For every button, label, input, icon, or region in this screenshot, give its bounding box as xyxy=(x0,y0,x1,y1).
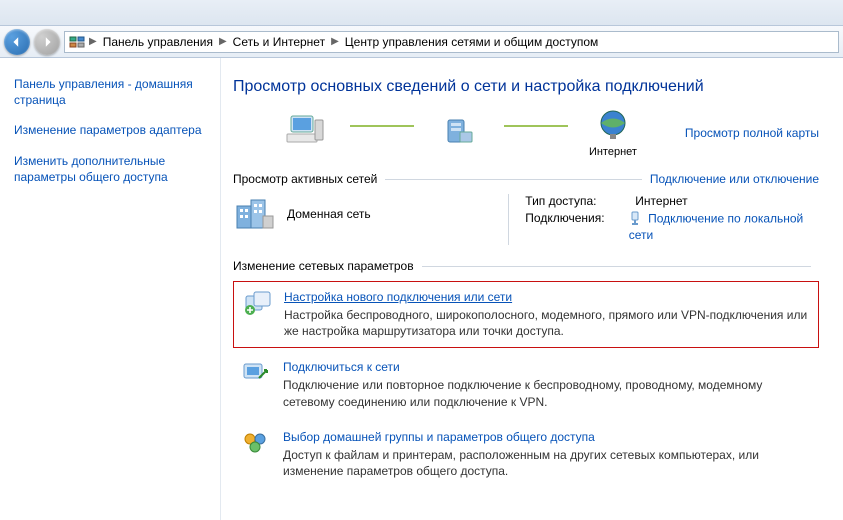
network-properties: Тип доступа: Интернет Подключения: Подкл… xyxy=(508,194,819,245)
homegroup-icon xyxy=(241,430,271,479)
task-new-connection: Настройка нового подключения или сети На… xyxy=(233,281,819,348)
page-title: Просмотр основных сведений о сети и наст… xyxy=(233,78,819,96)
new-connection-icon xyxy=(242,290,272,339)
lan-connection-link[interactable]: Подключение по локальной сети xyxy=(629,212,804,242)
network-type-label: Доменная сеть xyxy=(287,207,371,221)
domain-network-icon xyxy=(233,194,277,234)
window-titlebar xyxy=(0,0,843,26)
sidebar-link-home[interactable]: Панель управления - домашняя страница xyxy=(14,76,206,108)
map-connector-icon xyxy=(350,125,414,127)
access-type-value: Интернет xyxy=(635,194,687,208)
task-new-connection-desc: Настройка беспроводного, широкополосного… xyxy=(284,307,810,339)
map-connector-icon xyxy=(504,125,568,127)
access-type-key: Тип доступа: xyxy=(525,194,635,208)
crumb-control-panel[interactable]: Панель управления xyxy=(101,35,215,49)
task-connect-network-desc: Подключение или повторное подключение к … xyxy=(283,377,811,409)
task-homegroup: Выбор домашней группы и параметров общег… xyxy=(233,422,819,487)
sidebar: Панель управления - домашняя страница Из… xyxy=(0,58,220,520)
network-map: Интернет Просмотр полной карты xyxy=(233,108,819,158)
connections-key: Подключения: xyxy=(525,211,628,242)
chevron-right-icon: ▶ xyxy=(329,36,341,47)
lan-connection-icon xyxy=(629,211,641,228)
map-node-internet-label: Интернет xyxy=(589,146,637,158)
network-params-title: Изменение сетевых параметров xyxy=(233,259,414,273)
active-networks-title: Просмотр активных сетей xyxy=(233,172,377,186)
breadcrumb[interactable]: ▶ Панель управления ▶ Сеть и Интернет ▶ … xyxy=(64,31,839,53)
task-new-connection-link[interactable]: Настройка нового подключения или сети xyxy=(284,290,810,304)
sidebar-link-sharing-settings[interactable]: Изменить дополнительные параметры общего… xyxy=(14,153,206,185)
crumb-network-center[interactable]: Центр управления сетями и общим доступом xyxy=(343,35,601,49)
back-button[interactable] xyxy=(4,29,30,55)
sidebar-link-adapter-settings[interactable]: Изменение параметров адаптера xyxy=(14,122,206,138)
task-homegroup-desc: Доступ к файлам и принтерам, расположенн… xyxy=(283,447,811,479)
task-connect-network-link[interactable]: Подключиться к сети xyxy=(283,360,811,374)
chevron-right-icon: ▶ xyxy=(87,36,99,47)
task-homegroup-link[interactable]: Выбор домашней группы и параметров общег… xyxy=(283,430,811,444)
active-networks-header: Просмотр активных сетей Подключение или … xyxy=(233,172,819,186)
active-network-row: Доменная сеть Тип доступа: Интернет Подк… xyxy=(233,194,819,245)
forward-button[interactable] xyxy=(34,29,60,55)
chevron-right-icon: ▶ xyxy=(217,36,229,47)
control-panel-icon xyxy=(69,34,85,50)
network-params-header: Изменение сетевых параметров xyxy=(233,259,819,273)
network-device-icon xyxy=(442,114,476,148)
internet-icon xyxy=(596,108,630,142)
connect-network-icon xyxy=(241,360,271,409)
task-connect-network: Подключиться к сети Подключение или повт… xyxy=(233,352,819,417)
crumb-network-internet[interactable]: Сеть и Интернет xyxy=(231,35,327,49)
view-full-map-link[interactable]: Просмотр полной карты xyxy=(685,126,819,140)
computer-icon xyxy=(285,114,325,148)
content-pane: Просмотр основных сведений о сети и наст… xyxy=(220,58,843,520)
nav-bar: ▶ Панель управления ▶ Сеть и Интернет ▶ … xyxy=(0,26,843,58)
connect-disconnect-link[interactable]: Подключение или отключение xyxy=(650,172,819,186)
